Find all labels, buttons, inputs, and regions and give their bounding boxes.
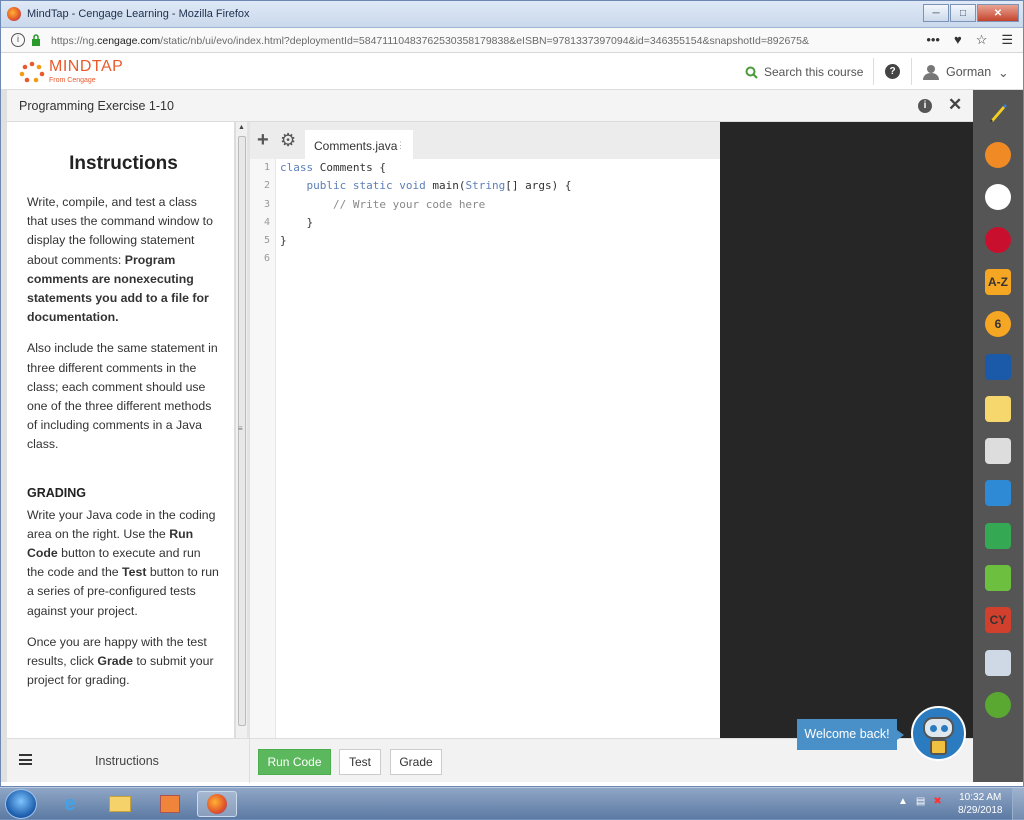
user-name: Gorman xyxy=(946,65,992,79)
code-line: // Write your code here xyxy=(332,197,486,211)
grading-paragraph-2: Once you are happy with the test results… xyxy=(27,634,214,688)
editor-toolbar: + ⚙ Comments.java ⋮ xyxy=(250,122,720,159)
mindtap-logo-mark xyxy=(19,61,45,83)
search-label: Search this course xyxy=(764,65,864,79)
page-actions-icon[interactable]: ••• xyxy=(926,32,940,48)
activity-title: Programming Exercise 1-10 xyxy=(19,99,174,113)
url-bar[interactable]: i https://ng.cengage.com/static/nb/ui/ev… xyxy=(1,28,1023,53)
add-file-icon[interactable]: + xyxy=(257,130,269,150)
test-button[interactable]: Test xyxy=(339,749,381,775)
green-circle-icon[interactable] xyxy=(985,691,1011,718)
close-window-button[interactable]: ✕ xyxy=(977,4,1019,22)
clock[interactable]: 10:32 AM 8/29/2018 xyxy=(958,791,1003,817)
media-player-icon[interactable] xyxy=(150,791,190,817)
info-icon[interactable]: i xyxy=(11,33,25,47)
instructions-scrollbar[interactable]: ▲ ≡ xyxy=(235,122,247,738)
line-number: 4 xyxy=(263,216,270,228)
grading-paragraph-1: Write your Java code in the coding area … xyxy=(27,507,219,618)
instructions-heading: Instructions xyxy=(69,153,178,174)
instructions-paragraph-1: Write, compile, and test a class that us… xyxy=(27,195,213,325)
help-icon[interactable]: ? xyxy=(885,64,900,79)
code-area[interactable]: class Comments { public static void main… xyxy=(280,159,571,269)
firefox-taskbar-icon[interactable] xyxy=(197,791,237,817)
close-activity-icon[interactable]: ✕ xyxy=(948,95,962,115)
gear-icon[interactable]: ⚙ xyxy=(280,131,296,149)
ie-icon[interactable]: e xyxy=(50,791,90,817)
welcome-bubble[interactable]: Welcome back! xyxy=(797,719,904,750)
hamburger-menu-icon[interactable]: ☰ xyxy=(1001,32,1013,48)
activity-header: Programming Exercise 1-10 i ✕ xyxy=(7,90,973,122)
chevron-down-icon: ⌄ xyxy=(998,65,1009,80)
tab-comments-java[interactable]: Comments.java ⋮ xyxy=(305,130,413,159)
explorer-icon[interactable] xyxy=(100,791,140,817)
pencil-icon[interactable] xyxy=(987,102,1009,124)
tab-label: Comments.java xyxy=(314,139,398,153)
flashcards-icon[interactable] xyxy=(985,649,1011,676)
menu-icon[interactable] xyxy=(19,754,32,765)
browser-window: MindTap - Cengage Learning - Mozilla Fir… xyxy=(0,0,1024,787)
minimize-button[interactable]: ─ xyxy=(923,4,949,22)
app-dock: A-Z 6 CY xyxy=(973,90,1023,782)
clock-date: 8/29/2018 xyxy=(958,805,1003,816)
line-number: 2 xyxy=(263,180,270,192)
run-code-button[interactable]: Run Code xyxy=(258,749,331,775)
firefox-icon xyxy=(7,7,21,21)
url-text[interactable]: https://ng.cengage.com/static/nb/ui/evo/… xyxy=(51,35,809,47)
bookmark-star-icon[interactable]: ☆ xyxy=(976,32,988,48)
line-number: 6 xyxy=(263,253,270,265)
line-number: 1 xyxy=(263,162,270,173)
tab-menu-icon[interactable]: ⋮ xyxy=(396,140,405,151)
search-icon xyxy=(745,66,758,79)
lock-icon xyxy=(32,34,40,46)
grade-button[interactable]: Grade xyxy=(390,749,442,775)
readspeaker-icon[interactable] xyxy=(985,438,1011,465)
pocket-icon[interactable]: ♥ xyxy=(954,32,962,48)
flash-6-icon[interactable]: 6 xyxy=(985,311,1011,338)
window-title: MindTap - Cengage Learning - Mozilla Fir… xyxy=(27,8,250,20)
code-line: } xyxy=(280,215,314,229)
volume-muted-icon[interactable]: ✖ xyxy=(933,796,941,807)
merriam-webster-icon[interactable] xyxy=(985,226,1011,253)
network-icon[interactable]: ▤ xyxy=(916,796,925,807)
start-button[interactable] xyxy=(5,789,37,819)
line-number-gutter: 1 2 3 4 5 6 xyxy=(250,159,276,738)
rss-icon[interactable] xyxy=(985,142,1011,168)
search-course[interactable]: Search this course xyxy=(745,65,863,79)
activity-info-icon[interactable]: i xyxy=(918,99,932,113)
wheel-icon[interactable] xyxy=(985,184,1011,211)
code-line: } xyxy=(280,234,287,248)
brand-name: MINDTAP xyxy=(49,58,124,75)
line-number: 5 xyxy=(263,235,270,247)
book-icon[interactable] xyxy=(985,353,1011,380)
code-line: public static void main(String[] args) { xyxy=(306,179,572,193)
windows-taskbar: e ▲ ▤ ✖ 10:32 AM 8/29/2018 xyxy=(0,787,1024,820)
brand-sub: From Cengage xyxy=(49,77,96,84)
assistant-robot-icon[interactable] xyxy=(911,706,966,761)
user-icon xyxy=(923,65,939,80)
code-line: class Comments { xyxy=(280,161,386,174)
user-menu[interactable]: Gorman ⌄ xyxy=(923,64,1009,80)
tray-arrow-icon[interactable]: ▲ xyxy=(898,796,908,807)
maximize-button[interactable]: □ xyxy=(950,4,976,22)
instructions-panel: Instructions Write, compile, and test a … xyxy=(7,122,235,738)
code-editor[interactable]: + ⚙ Comments.java ⋮ 1 2 3 4 5 6 class Co… xyxy=(250,122,720,738)
instructions-paragraph-2: Also include the same statement in three… xyxy=(27,341,218,452)
title-bar: MindTap - Cengage Learning - Mozilla Fir… xyxy=(1,1,1023,28)
line-number: 3 xyxy=(263,198,270,210)
a-z-icon[interactable]: A-Z xyxy=(985,268,1011,295)
output-console[interactable] xyxy=(720,122,973,738)
show-desktop-button[interactable] xyxy=(1012,788,1024,820)
clock-time: 10:32 AM xyxy=(959,792,1002,803)
grading-heading: GRADING xyxy=(27,485,87,500)
cy-icon[interactable]: CY xyxy=(985,607,1011,634)
app-header: MINDTAP From Cengage Search this course … xyxy=(1,53,1023,90)
cart-icon[interactable] xyxy=(985,565,1011,591)
system-tray[interactable]: ▲ ▤ ✖ xyxy=(898,796,942,807)
instructions-tab-label[interactable]: Instructions xyxy=(95,754,159,768)
google-drive-icon[interactable] xyxy=(985,522,1011,549)
notes-icon[interactable] xyxy=(985,395,1011,422)
onedrive-icon[interactable] xyxy=(985,480,1011,507)
